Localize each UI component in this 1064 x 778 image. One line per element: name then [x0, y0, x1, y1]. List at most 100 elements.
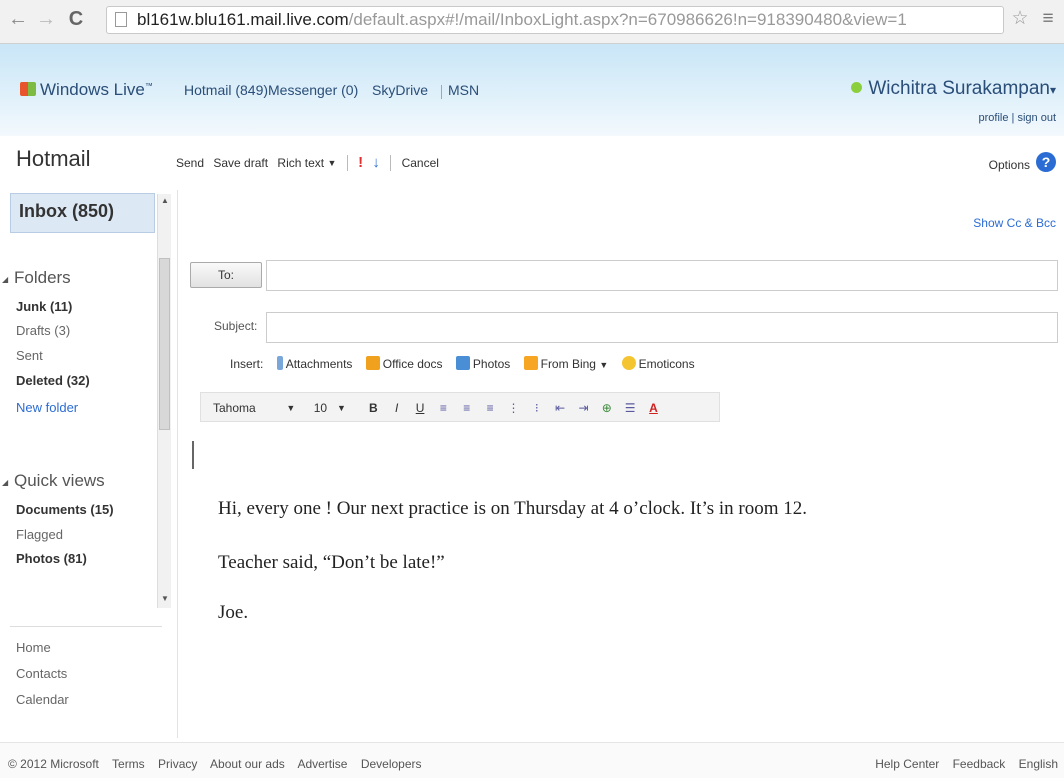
align-center-icon[interactable]: ≡	[458, 394, 476, 422]
brand-name: Windows Live	[40, 80, 145, 99]
sidebar-item-deleted[interactable]: Deleted (32)	[16, 373, 90, 388]
copyright: © 2012 Microsoft	[8, 757, 99, 771]
sidebar-link-contacts[interactable]: Contacts	[16, 666, 67, 681]
page-footer: © 2012 Microsoft Terms Privacy About our…	[0, 742, 1064, 778]
menu-icon[interactable]: ≡	[1036, 6, 1060, 32]
scroll-down-icon[interactable]: ▼	[161, 594, 169, 603]
nav-messenger[interactable]: Messenger (0)	[268, 82, 358, 98]
paperclip-icon	[276, 356, 283, 371]
nav-msn[interactable]: MSN	[448, 82, 479, 98]
options-link[interactable]: Options	[989, 158, 1030, 172]
sidebar-item-flagged[interactable]: Flagged	[16, 527, 63, 542]
sidebar-link-home[interactable]: Home	[16, 640, 51, 655]
sidebar-link-calendar[interactable]: Calendar	[16, 692, 69, 707]
sidebar-item-photos[interactable]: Photos (81)	[16, 551, 87, 566]
footer-advertise-link[interactable]: Advertise	[297, 757, 347, 771]
footer-language-link[interactable]: English	[1019, 757, 1058, 771]
user-menu[interactable]: Wichitra Surakampan▾	[851, 78, 1056, 100]
italic-icon[interactable]: I	[388, 394, 406, 422]
app-title[interactable]: Hotmail	[16, 146, 91, 172]
address-bar[interactable]: bl161w.blu161.mail.live.com/default.aspx…	[106, 6, 1004, 34]
nav-skydrive[interactable]: SkyDrive	[372, 82, 428, 98]
sidebar-item-sent[interactable]: Sent	[16, 348, 43, 363]
insert-photos-button[interactable]: Photos	[455, 356, 510, 371]
footer-privacy-link[interactable]: Privacy	[158, 757, 197, 771]
font-size-select[interactable]: 10	[314, 393, 334, 422]
bold-icon[interactable]: B	[364, 394, 382, 422]
increase-indent-icon[interactable]: ⇥	[574, 394, 592, 422]
scrollbar-thumb[interactable]	[159, 258, 170, 430]
message-line-1: Hi, every one ! Our next practice is on …	[218, 498, 808, 519]
font-size-value: 10	[313, 401, 328, 416]
windows-live-logo[interactable]: Windows Live™	[20, 80, 153, 100]
low-importance-icon[interactable]: ↓	[372, 154, 380, 171]
sign-out-link[interactable]: sign out	[1017, 112, 1056, 124]
new-folder-link[interactable]: New folder	[16, 400, 78, 415]
toolbar-divider	[390, 154, 392, 171]
message-body[interactable]: Hi, every one ! Our next practice is on …	[182, 432, 1058, 738]
insert-from-bing-button[interactable]: From Bing ▼	[523, 356, 608, 372]
url-path: /default.aspx#!/mail/InboxLight.aspx?n=6…	[348, 10, 907, 29]
save-draft-button[interactable]: Save draft	[213, 156, 268, 170]
to-button[interactable]: To:	[190, 262, 262, 288]
folders-heading[interactable]: Folders	[14, 268, 71, 288]
page-icon	[115, 12, 127, 27]
nav-hotmail[interactable]: Hotmail (849)	[184, 82, 268, 98]
rich-text-button[interactable]: Rich text ▼	[277, 155, 336, 170]
insert-attachments-button[interactable]: Attachments	[276, 356, 352, 371]
windows-live-header: Windows Live™ Hotmail (849) Messenger (0…	[0, 44, 1064, 136]
reload-icon[interactable]: C	[64, 6, 88, 32]
forward-arrow-icon[interactable]: →	[34, 6, 58, 32]
footer-about-ads-link[interactable]: About our ads	[210, 757, 285, 771]
show-cc-bcc-link[interactable]: Show Cc & Bcc	[973, 216, 1056, 230]
align-right-icon[interactable]: ≡	[481, 394, 499, 422]
footer-help-center-link[interactable]: Help Center	[875, 757, 939, 771]
sidebar-scrollbar[interactable]: ▲ ▼	[157, 194, 171, 608]
font-family-value: Tahoma	[213, 401, 256, 416]
numbered-list-icon[interactable]: ⋮	[504, 394, 522, 422]
bulleted-list-icon[interactable]: ⁝	[528, 394, 546, 422]
insert-link-icon[interactable]: ⊕	[598, 394, 616, 422]
star-bookmark-icon[interactable]: ☆	[1008, 6, 1032, 32]
cancel-button[interactable]: Cancel	[402, 156, 439, 170]
font-color-icon[interactable]: A	[645, 394, 663, 422]
emoticon-icon	[621, 356, 636, 371]
profile-links: profile | sign out	[979, 112, 1056, 124]
decrease-indent-icon[interactable]: ⇤	[551, 394, 569, 422]
back-arrow-icon[interactable]: ←	[6, 6, 30, 32]
sidebar-item-drafts[interactable]: Drafts (3)	[16, 323, 70, 338]
footer-developers-link[interactable]: Developers	[361, 757, 422, 771]
insert-from-bing-label: From Bing	[540, 357, 596, 372]
folders-expand-icon[interactable]: ◢	[2, 275, 8, 284]
insert-emoticons-button[interactable]: Emoticons	[621, 356, 695, 371]
high-importance-icon[interactable]: !	[358, 154, 363, 171]
size-dropdown-icon[interactable]: ▼	[337, 394, 355, 422]
footer-right-links: Help Center Feedback English	[865, 757, 1058, 771]
scroll-up-icon[interactable]: ▲	[161, 196, 169, 205]
highlight-icon[interactable]: ☰	[621, 394, 639, 422]
footer-feedback-link[interactable]: Feedback	[953, 757, 1006, 771]
footer-terms-link[interactable]: Terms	[112, 757, 145, 771]
help-icon[interactable]: ?	[1036, 152, 1056, 172]
dropdown-arrow-icon: ▼	[327, 157, 337, 168]
subject-field[interactable]	[266, 312, 1058, 343]
sidebar-item-inbox[interactable]: Inbox (850)	[10, 193, 155, 233]
profile-link[interactable]: profile	[979, 112, 1009, 124]
browser-toolbar: ← → C bl161w.blu161.mail.live.com/defaul…	[0, 0, 1064, 44]
insert-office-docs-button[interactable]: Office docs	[365, 356, 443, 372]
online-status-icon	[851, 82, 863, 93]
quick-views-heading[interactable]: Quick views	[14, 471, 105, 491]
formatting-toolbar: Tahoma ▼ 10 ▼ B I U ≡ ≡ ≡ ⋮ ⁝ ⇤ ⇥ ⊕ ☰ A	[200, 392, 720, 422]
sidebar-item-junk[interactable]: Junk (11)	[16, 299, 72, 314]
align-left-icon[interactable]: ≡	[434, 394, 452, 422]
quick-views-expand-icon[interactable]: ◢	[2, 478, 8, 487]
insert-bar: Insert: Attachments Office docs Photos F…	[230, 356, 705, 371]
sidebar-item-documents[interactable]: Documents (15)	[16, 502, 114, 517]
to-field[interactable]	[266, 260, 1058, 291]
sidebar-divider	[10, 626, 162, 627]
send-button[interactable]: Send	[176, 156, 204, 170]
font-dropdown-icon[interactable]: ▼	[286, 394, 304, 422]
insert-office-docs-label: Office docs	[382, 357, 443, 372]
font-family-select[interactable]: Tahoma	[213, 393, 283, 422]
underline-icon[interactable]: U	[411, 394, 429, 422]
